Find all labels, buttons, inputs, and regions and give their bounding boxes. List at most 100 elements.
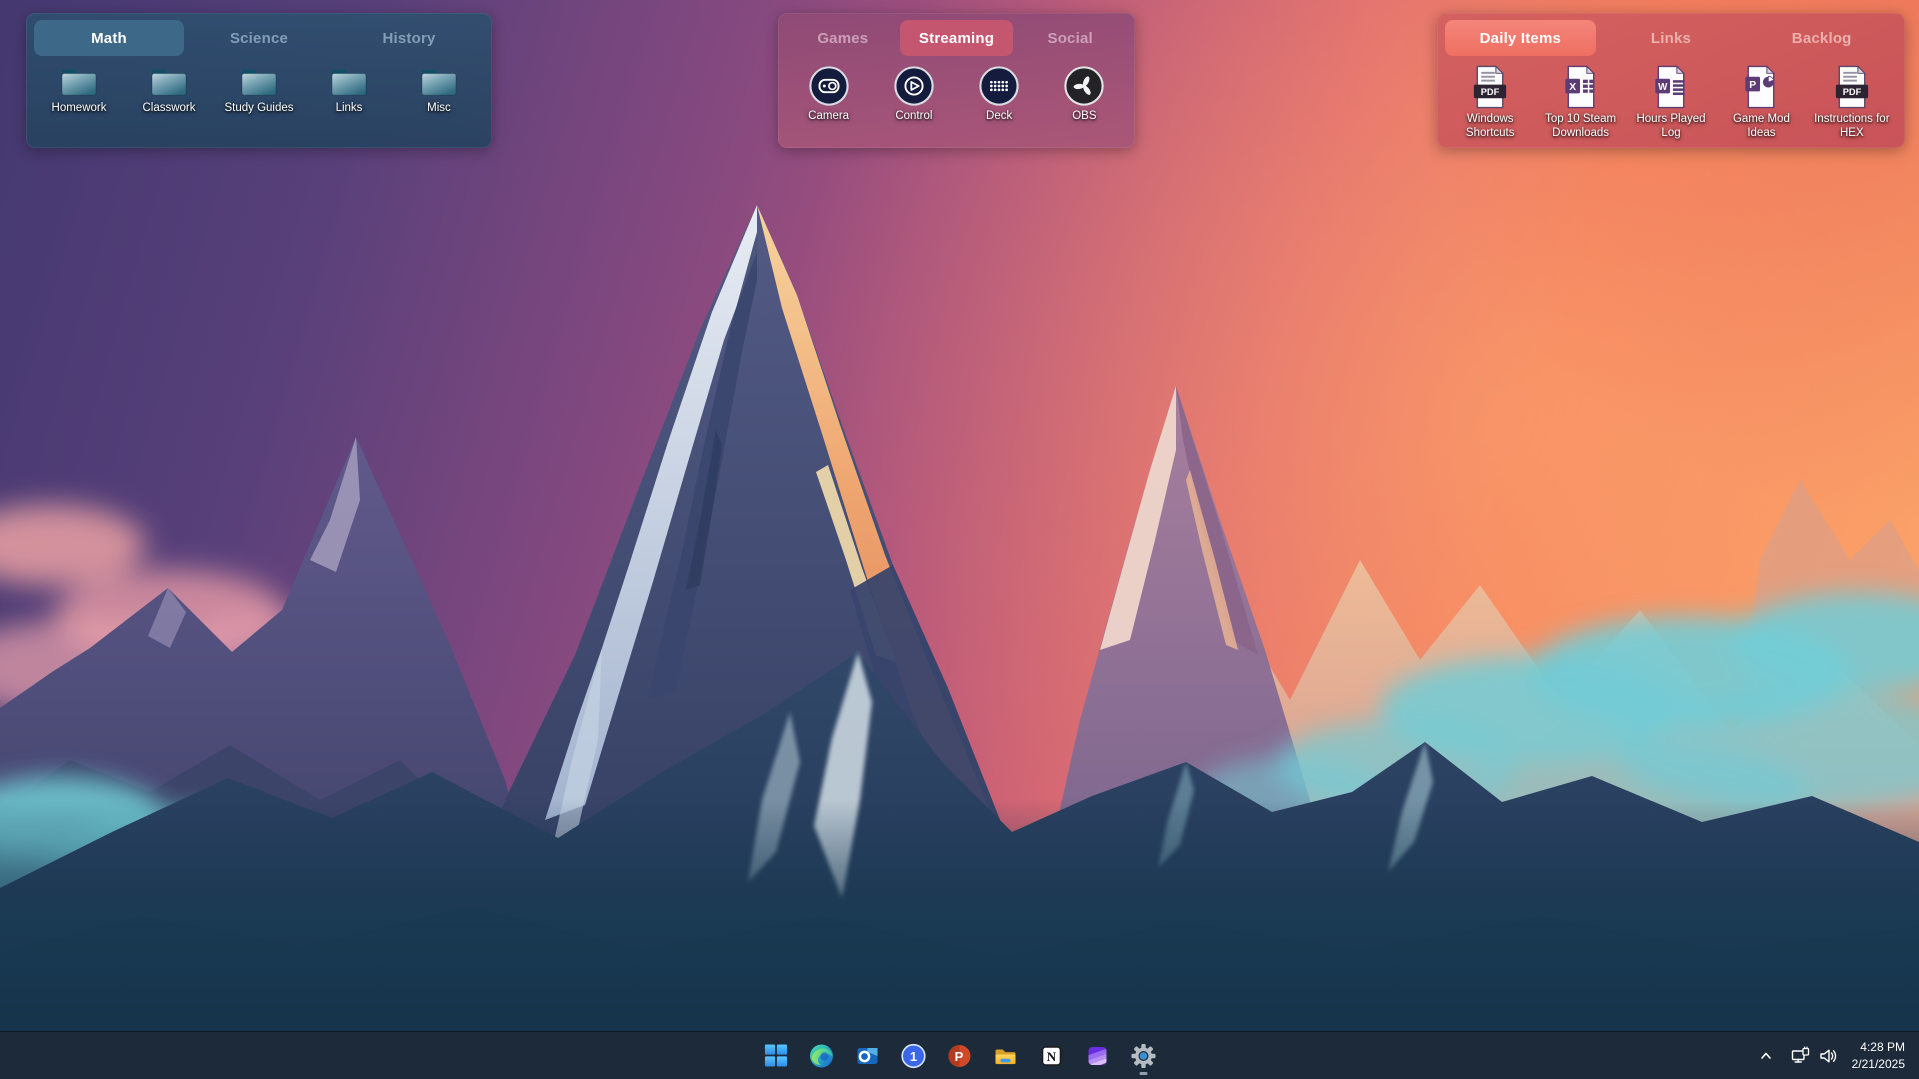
taskbar: 1 P N [0, 1031, 1919, 1079]
tab-streaming[interactable]: Streaming [900, 20, 1014, 56]
tray-overflow-button[interactable] [1751, 1038, 1781, 1074]
desktop: Math Science History Homework Classwork … [0, 0, 1919, 1079]
tab-math[interactable]: Math [34, 20, 184, 56]
folder-icon [58, 65, 100, 99]
streaming-tab-bar: Games Streaming Social [786, 20, 1127, 56]
taskbar-file-explorer-button[interactable] [986, 1036, 1025, 1076]
svg-text:PDF: PDF [1481, 87, 1500, 97]
file-explorer-icon [993, 1043, 1019, 1069]
clipchamp-icon [1085, 1043, 1111, 1069]
desktop-item-obs[interactable]: OBS [1042, 65, 1127, 124]
edge-icon [809, 1043, 835, 1069]
item-label: Game Mod Ideas [1717, 113, 1805, 140]
tab-science[interactable]: Science [184, 20, 334, 56]
taskbar-clipchamp-button[interactable] [1078, 1036, 1117, 1076]
item-label: Windows Shortcuts [1446, 113, 1534, 140]
clock-time: 4:28 PM [1852, 1039, 1905, 1055]
item-label: Instructions for HEX [1808, 113, 1896, 140]
desktop-item-control[interactable]: Control [871, 65, 956, 124]
taskbar-start-button[interactable] [756, 1036, 795, 1076]
item-label: Classwork [142, 102, 195, 116]
item-label: Study Guides [224, 102, 293, 116]
running-app-indicator [1140, 1072, 1148, 1075]
daily-tab-bar: Daily Items Links Backlog [1445, 20, 1897, 56]
clock-date: 2/21/2025 [1852, 1056, 1905, 1072]
tab-backlog[interactable]: Backlog [1746, 20, 1897, 56]
camera-icon [808, 65, 850, 107]
tray-network-volume-button[interactable] [1785, 1038, 1844, 1074]
taskbar-edge-button[interactable] [802, 1036, 841, 1076]
taskbar-outlook-button[interactable] [848, 1036, 887, 1076]
item-label: OBS [1072, 110, 1096, 124]
desktop-item-top-10-steam-downloads[interactable]: X Top 10 Steam Downloads [1535, 65, 1625, 140]
tab-links[interactable]: Links [1596, 20, 1747, 56]
volume-icon [1818, 1046, 1839, 1066]
taskbar-system-tray: 4:28 PM 2/21/2025 [1751, 1032, 1911, 1079]
onepassword-icon: 1 [901, 1043, 927, 1069]
svg-text:X: X [1569, 82, 1576, 93]
windows-start-icon [763, 1043, 788, 1068]
desktop-item-classwork[interactable]: Classwork [124, 65, 214, 116]
daily-items: PDF Windows Shortcuts X Top 10 Steam Do [1445, 56, 1897, 144]
fence-panel-daily: Daily Items Links Backlog PDF Windows Sh… [1437, 13, 1905, 148]
desktop-item-hours-played-log[interactable]: W Hours Played Log [1626, 65, 1716, 140]
desktop-item-instructions-for-hex[interactable]: PDF Instructions for HEX [1807, 65, 1897, 140]
taskbar-1password-button[interactable]: 1 [894, 1036, 933, 1076]
powerpoint-icon: P [947, 1043, 973, 1069]
desktop-item-camera[interactable]: Camera [786, 65, 871, 124]
taskbar-app-icons: 1 P N [756, 1032, 1163, 1079]
svg-text:N: N [1047, 1049, 1057, 1064]
stream-deck-icon [978, 65, 1020, 107]
svg-text:P: P [955, 1048, 964, 1063]
obs-icon [1063, 65, 1105, 107]
desktop-item-misc[interactable]: Misc [394, 65, 484, 116]
folder-icon [238, 65, 280, 99]
item-label: Control [895, 110, 932, 124]
svg-text:PDF: PDF [1843, 87, 1862, 97]
powerpoint-file-icon: P [1743, 65, 1779, 110]
chevron-up-icon [1756, 1046, 1776, 1066]
desktop-item-game-mod-ideas[interactable]: P Game Mod Ideas [1716, 65, 1806, 140]
desktop-item-windows-shortcuts[interactable]: PDF Windows Shortcuts [1445, 65, 1535, 140]
item-label: Links [336, 102, 363, 116]
streaming-items: Camera Control [786, 56, 1127, 144]
fence-panel-streaming: Games Streaming Social Camera [778, 13, 1135, 148]
item-label: Hours Played Log [1627, 113, 1715, 140]
desktop-item-study-guides[interactable]: Study Guides [214, 65, 304, 116]
tab-social[interactable]: Social [1013, 20, 1127, 56]
taskbar-clock[interactable]: 4:28 PM 2/21/2025 [1848, 1039, 1911, 1071]
control-center-icon [893, 65, 935, 107]
pdf-file-icon: PDF [1472, 65, 1508, 110]
word-file-icon: W [1653, 65, 1689, 110]
item-label: Homework [52, 102, 107, 116]
outlook-icon [855, 1043, 881, 1069]
excel-file-icon: X [1563, 65, 1599, 110]
taskbar-notion-button[interactable]: N [1032, 1036, 1071, 1076]
desktop-item-deck[interactable]: Deck [957, 65, 1042, 124]
school-tab-bar: Math Science History [34, 20, 484, 56]
item-label: Top 10 Steam Downloads [1537, 113, 1625, 140]
item-label: Misc [427, 102, 451, 116]
svg-text:P: P [1750, 80, 1757, 91]
network-icon [1790, 1046, 1812, 1066]
school-items: Homework Classwork Study Guides Links Mi… [34, 56, 484, 144]
svg-text:1: 1 [910, 1049, 917, 1064]
folder-icon [328, 65, 370, 99]
taskbar-powerpoint-button[interactable]: P [940, 1036, 979, 1076]
settings-gear-icon [1131, 1043, 1157, 1069]
tab-history[interactable]: History [334, 20, 484, 56]
tab-games[interactable]: Games [786, 20, 900, 56]
mountain-sunset-wallpaper [0, 0, 1919, 1032]
folder-icon [418, 65, 460, 99]
item-label: Camera [808, 110, 849, 124]
tab-daily-items[interactable]: Daily Items [1445, 20, 1596, 56]
notion-icon: N [1039, 1043, 1065, 1069]
folder-icon [148, 65, 190, 99]
fence-panel-school: Math Science History Homework Classwork … [26, 13, 492, 148]
desktop-item-homework[interactable]: Homework [34, 65, 124, 116]
item-label: Deck [986, 110, 1012, 124]
desktop-item-links[interactable]: Links [304, 65, 394, 116]
svg-text:W: W [1658, 82, 1668, 93]
taskbar-settings-button[interactable] [1124, 1036, 1163, 1076]
pdf-file-icon: PDF [1834, 65, 1870, 110]
